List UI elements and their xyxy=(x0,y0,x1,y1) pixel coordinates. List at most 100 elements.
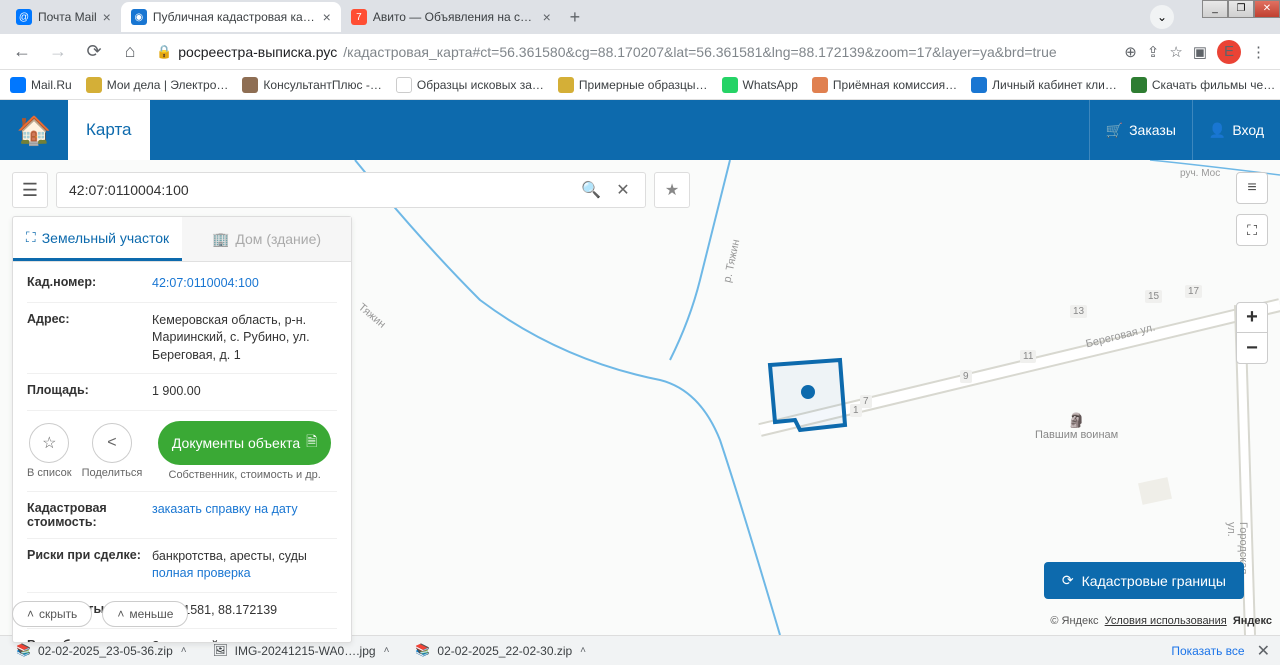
mail-favicon: @ xyxy=(16,9,32,25)
bookmark-films[interactable]: Скачать фильмы че… xyxy=(1131,77,1275,93)
install-icon[interactable]: ⊕ xyxy=(1124,43,1137,61)
address-value: Кемеровская область, р-н. Мариинский, с.… xyxy=(152,312,337,365)
bookmark-moidela[interactable]: Мои дела | Электро… xyxy=(86,77,229,93)
cadcost-link[interactable]: заказать справку на дату xyxy=(152,501,337,519)
bookmark-primernye[interactable]: Примерные образцы… xyxy=(558,77,708,93)
downloads-close-icon[interactable]: ✕ xyxy=(1257,641,1270,661)
yandex-logo: Яндекс xyxy=(1233,615,1272,627)
terms-link[interactable]: Условия использования xyxy=(1105,615,1227,627)
share-action[interactable]: <Поделиться xyxy=(82,423,143,479)
cart-icon: 🛒 xyxy=(1106,122,1123,139)
nav-home[interactable]: ⌂ xyxy=(116,38,144,66)
zoom-in-button[interactable]: + xyxy=(1237,303,1267,333)
bookmark-whatsapp[interactable]: WhatsApp xyxy=(722,77,798,93)
tab-close-icon[interactable]: × xyxy=(103,9,111,25)
zip-icon: 📚 xyxy=(16,643,32,659)
url-path: /кадастровая_карта#ct=56.361580&cg=88.17… xyxy=(343,44,1056,60)
chevron-up-icon: ˄ xyxy=(27,607,34,621)
downloads-show-all[interactable]: Показать все xyxy=(1171,644,1244,658)
tabs-dropdown[interactable]: ⌄ xyxy=(1150,5,1174,29)
documents-subtitle: Собственник, стоимость и др. xyxy=(169,469,321,481)
documents-button[interactable]: Документы объекта🗎 xyxy=(158,421,332,465)
favorite-icon[interactable]: ★ xyxy=(654,172,690,208)
home-icon[interactable]: 🏠 xyxy=(0,100,68,160)
document-icon: 🗎 xyxy=(306,431,317,455)
site-header: 🏠 Карта 🛒Заказы 👤Вход xyxy=(0,100,1280,160)
clear-search-icon[interactable]: ✕ xyxy=(607,174,639,206)
window-maximize[interactable]: ❐ xyxy=(1228,0,1254,18)
lock-icon: 🔒 xyxy=(156,44,172,60)
nav-forward: → xyxy=(44,38,72,66)
tab-close-icon[interactable]: × xyxy=(543,9,551,25)
refresh-icon: ⟳ xyxy=(1062,572,1074,589)
browser-tabs: @ Почта Mail × ◉ Публичная кадастровая к… xyxy=(0,0,1280,34)
map-area[interactable]: Тяжин р. Тяжин Береговая ул. Городская у… xyxy=(0,160,1280,635)
profile-avatar[interactable]: E xyxy=(1217,40,1241,64)
search-box: 🔍 ✕ xyxy=(56,172,646,208)
cadastral boboundaries-button[interactable]: ⟳Кадастровые границы xyxy=(1044,562,1244,599)
search-icon[interactable]: 🔍 xyxy=(575,174,607,206)
risks-link[interactable]: полная проверка xyxy=(152,566,251,580)
type-label: Вид объекта xyxy=(27,638,152,642)
hide-panel-button[interactable]: ˄скрыть xyxy=(12,601,92,627)
search-input[interactable] xyxy=(69,182,575,198)
tab-close-icon[interactable]: × xyxy=(323,9,331,25)
bookmark-lk[interactable]: Личный кабинет кли… xyxy=(971,77,1117,93)
chevron-up-icon[interactable]: ˄ xyxy=(181,645,187,656)
tab-land[interactable]: ⛶Земельный участок xyxy=(13,217,182,261)
share-icon[interactable]: ⇪ xyxy=(1147,43,1160,61)
area-value: 1 900.00 xyxy=(152,383,337,401)
tab-cadastre[interactable]: ◉ Публичная кадастровая карта 202 × xyxy=(121,2,341,32)
star-icon: ☆ xyxy=(29,423,69,463)
share-icon: < xyxy=(92,423,132,463)
house-number: 11 xyxy=(1020,350,1036,363)
bookmark-mailru[interactable]: Mail.Ru xyxy=(10,77,72,93)
stream-label: руч. Мос xyxy=(1180,168,1220,179)
tab-mail[interactable]: @ Почта Mail × xyxy=(6,2,121,32)
orders-button[interactable]: 🛒Заказы xyxy=(1089,100,1192,160)
house-number: 13 xyxy=(1070,305,1087,318)
tab-title: Публичная кадастровая карта 202 xyxy=(153,10,317,24)
layers-button[interactable]: ≡ xyxy=(1236,172,1268,204)
tab-title: Авито — Объявления на сайте Ав xyxy=(373,10,537,24)
less-button[interactable]: ˄меньше xyxy=(102,601,188,627)
zoom-control: + − xyxy=(1236,302,1268,364)
bookmark-priemnaya[interactable]: Приёмная комиссия… xyxy=(812,77,957,93)
risks-label: Риски при сделке: xyxy=(27,548,152,562)
risks-value: банкротства, аресты, судыполная проверка xyxy=(152,548,337,583)
address-label: Адрес: xyxy=(27,312,152,326)
chevron-up-icon: ˄ xyxy=(117,607,124,621)
login-button[interactable]: 👤Вход xyxy=(1192,100,1280,160)
image-icon: 🖼 xyxy=(213,643,229,659)
window-minimize[interactable]: _ xyxy=(1202,0,1228,18)
bookmark-iskovye[interactable]: Образцы исковых за… xyxy=(396,77,544,93)
cadcost-label: Кадастровая стоимость: xyxy=(27,501,152,529)
menu-icon[interactable]: ⋮ xyxy=(1251,43,1266,61)
nav-reload[interactable]: ⟳ xyxy=(80,38,108,66)
chevron-up-icon[interactable]: ˄ xyxy=(580,645,586,656)
menu-burger[interactable]: ☰ xyxy=(12,172,48,208)
zip-icon: 📚 xyxy=(415,643,431,659)
poi-monument: 🗿 Павшим воинам xyxy=(1035,412,1118,441)
add-to-list[interactable]: ☆В список xyxy=(27,423,72,479)
cadnum-label: Кад.номер: xyxy=(27,275,152,289)
new-tab-button[interactable]: + xyxy=(561,3,589,31)
type-value: Земельный участок xyxy=(152,638,337,642)
extensions-icon[interactable]: ▣ xyxy=(1193,43,1207,61)
nav-back[interactable]: ← xyxy=(8,38,36,66)
area-label: Площадь: xyxy=(27,383,152,397)
karta-tab[interactable]: Карта xyxy=(68,100,150,160)
tab-building[interactable]: 🏢Дом (здание) xyxy=(182,217,351,261)
bookmark-consultant[interactable]: КонсультантПлюс -… xyxy=(242,77,381,93)
cadnum-value[interactable]: 42:07:0110004:100 xyxy=(152,275,337,293)
zoom-out-button[interactable]: − xyxy=(1237,333,1267,363)
window-close[interactable]: ✕ xyxy=(1254,0,1280,18)
address-bar[interactable]: 🔒 росреестра-выписка.рус/кадастровая_кар… xyxy=(152,38,1116,66)
download-item[interactable]: 📚 02-02-2025_22-02-30.zip ˄ xyxy=(409,640,592,662)
tab-avito[interactable]: 7 Авито — Объявления на сайте Ав × xyxy=(341,2,561,32)
fullscreen-button[interactable]: ⛶ xyxy=(1236,214,1268,246)
chevron-up-icon[interactable]: ˄ xyxy=(384,645,390,656)
bookmark-star-icon[interactable]: ☆ xyxy=(1169,43,1182,61)
info-panel: ⛶Земельный участок 🏢Дом (здание) Кад.ном… xyxy=(12,216,352,643)
house-number: 9 xyxy=(960,370,972,383)
